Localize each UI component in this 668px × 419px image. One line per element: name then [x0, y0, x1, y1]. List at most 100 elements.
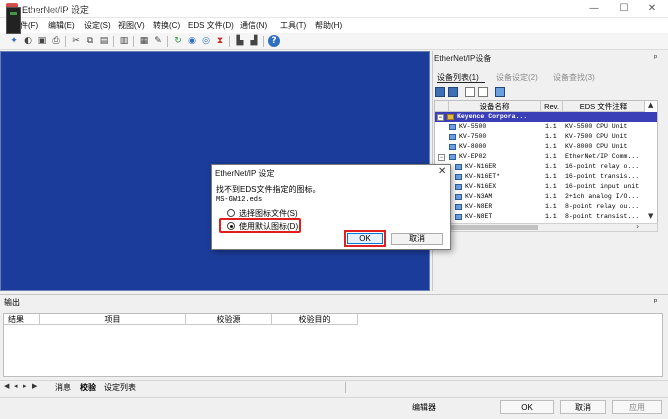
scroll-down-icon[interactable]: ▼ [648, 212, 653, 220]
module-icon [449, 144, 456, 150]
column-header-result[interactable]: 结果 [4, 314, 40, 325]
toolbar-separator [65, 36, 66, 47]
dialog-cancel-button[interactable]: 取消 [391, 233, 443, 245]
table-row-group[interactable]: − Keyence Corpora... [435, 112, 657, 122]
toolbar-separator [263, 36, 264, 47]
device-panel-toolbar [435, 86, 535, 100]
dialog-filename: MS-GW12.eds [216, 196, 263, 204]
help-icon[interactable]: ? [268, 35, 280, 47]
radio-icon[interactable] [227, 209, 235, 217]
menu-settings[interactable]: 设定(S) [84, 20, 111, 31]
register-icon[interactable] [495, 87, 505, 97]
last-tab-icon[interactable]: ▶ [32, 382, 37, 390]
refresh-icon[interactable]: ↻ [172, 35, 184, 47]
column-header-name[interactable]: 设备名称 [449, 101, 541, 112]
output-title: 输出 [4, 298, 20, 307]
save-icon[interactable]: ▣ [36, 35, 48, 47]
table-row[interactable]: KV-N3AM 1.1 2+1ch analog I/O... [435, 192, 657, 202]
menu-tools[interactable]: 工具(T) [280, 20, 306, 31]
menu-eds[interactable]: EDS 文件(D) [188, 20, 234, 31]
toolbar-separator [229, 36, 230, 47]
chart-icon[interactable]: ▟ [248, 35, 260, 47]
module-icon [449, 134, 456, 140]
device-panel-title: EtherNet/IP设备 [434, 54, 492, 63]
dialog-title: EtherNet/IP 设定 [215, 169, 275, 178]
scrollbar-thumb[interactable] [446, 225, 538, 230]
table-row[interactable]: KV-N16ET* 1.1 16-point transis... [435, 172, 657, 182]
print-icon[interactable]: ⎙ [50, 35, 62, 47]
collapse-toggle-icon[interactable]: − [438, 154, 445, 161]
menu-bar: 文件(F) 编辑(E) 设定(S) 视图(V) 转换(C) EDS 文件(D) … [0, 18, 668, 33]
pin-icon[interactable]: ᵖ [654, 297, 657, 306]
menu-convert[interactable]: 转换(C) [153, 20, 180, 31]
tab-settings-list[interactable]: 设定列表 [104, 382, 136, 393]
transfer-icon[interactable]: ⧗ [214, 35, 226, 47]
next-tab-icon[interactable]: ▸ [23, 382, 27, 390]
column-header-target[interactable]: 校验目的 [272, 314, 358, 325]
table-row[interactable]: KV-N8ET 1.1 8-point transist... [435, 212, 657, 222]
copy-icon[interactable]: ⧉ [84, 35, 96, 47]
tab-underline [437, 82, 485, 83]
connect-icon[interactable]: ◉ [186, 35, 198, 47]
expand-icon[interactable] [465, 87, 475, 97]
plc-label: KV-8000[0] : 192.168.0.10 [30, 7, 151, 16]
column-header-comment[interactable]: EDS 文件注释 [563, 101, 645, 112]
table-row[interactable]: KV-N16ER 1.1 16-point relay o... [435, 162, 657, 172]
tab-messages[interactable]: 消息 [55, 382, 71, 393]
table-row[interactable]: KV-5500 1.1 KV-5500 CPU Unit [435, 122, 657, 132]
paste-icon[interactable]: ▤ [98, 35, 110, 47]
list-icon[interactable]: ▙ [234, 35, 246, 47]
scroll-up-icon[interactable]: ▲ [648, 101, 653, 109]
table-row[interactable]: KV-N8ER 1.1 8-point relay ou... [435, 202, 657, 212]
tab-device-search[interactable]: 设备查找(3) [553, 72, 595, 83]
new-icon[interactable]: ✦ [8, 35, 20, 47]
table-header-blank [435, 101, 449, 112]
ok-button[interactable]: OK [500, 400, 554, 414]
module-icon [449, 124, 456, 130]
tab-scrollbar[interactable] [345, 382, 667, 393]
folder-icon [447, 114, 454, 120]
module-icon [455, 164, 462, 170]
menu-comm[interactable]: 通信(N) [240, 20, 267, 31]
menu-edit[interactable]: 编辑(E) [48, 20, 75, 31]
minimize-button[interactable]: — [580, 0, 608, 18]
tab-device-settings[interactable]: 设备设定(2) [496, 72, 538, 83]
table-row[interactable]: − KV-EP02 1.1 EtherNet/IP Comm... [435, 152, 657, 162]
filter-icon[interactable] [448, 87, 458, 97]
collapse-toggle-icon[interactable]: − [437, 114, 444, 121]
toolbar-separator [133, 36, 134, 47]
editor-mode-label: 编辑器 [412, 403, 436, 412]
scroll-right-icon[interactable]: › [636, 222, 639, 231]
cut-icon[interactable]: ✂ [70, 35, 82, 47]
table-row[interactable]: KV-N16EX 1.1 16-point input unit [435, 182, 657, 192]
column-header-rev[interactable]: Rev. [541, 101, 563, 112]
apply-button[interactable]: 应用 [612, 400, 662, 414]
pin-icon[interactable]: ᵖ [654, 53, 657, 62]
pencil-icon[interactable]: ✎ [152, 35, 164, 47]
sort-icon[interactable] [435, 87, 445, 97]
menu-help[interactable]: 帮助(H) [315, 20, 342, 31]
plc-unit-icon[interactable] [6, 7, 21, 34]
grid-icon[interactable]: ▦ [138, 35, 150, 47]
menu-view[interactable]: 视图(V) [118, 20, 145, 31]
cancel-button[interactable]: 取消 [560, 400, 606, 414]
table-row[interactable]: KV-7500 1.1 KV-7500 CPU Unit [435, 132, 657, 142]
table-row[interactable]: KV-8000 1.1 KV-8000 CPU Unit [435, 142, 657, 152]
prev-tab-icon[interactable]: ◂ [14, 382, 18, 390]
column-header-item[interactable]: 项目 [40, 314, 186, 325]
first-tab-icon[interactable]: ◀ [4, 382, 9, 390]
module-icon [455, 174, 462, 180]
monitor-icon[interactable]: ◎ [200, 35, 212, 47]
close-button[interactable]: ✕ [638, 0, 666, 18]
open-icon[interactable]: ◐ [22, 35, 34, 47]
dialog-close-icon[interactable]: ✕ [438, 166, 446, 177]
collapse-icon[interactable] [478, 87, 488, 97]
delete-icon[interactable]: ▥ [118, 35, 130, 47]
maximize-button[interactable]: ☐ [610, 0, 638, 18]
toolbar: ✦ ◐ ▣ ⎙ ✂ ⧉ ▤ ▥ ▦ ✎ ↻ ◉ ◎ ⧗ ▙ ▟ ? [0, 33, 668, 50]
column-header-source[interactable]: 校验源 [186, 314, 272, 325]
module-icon [455, 194, 462, 200]
tab-verify[interactable]: 校验 [80, 382, 96, 393]
dialog-ok-button[interactable]: OK [347, 233, 383, 244]
toolbar-separator [167, 36, 168, 47]
